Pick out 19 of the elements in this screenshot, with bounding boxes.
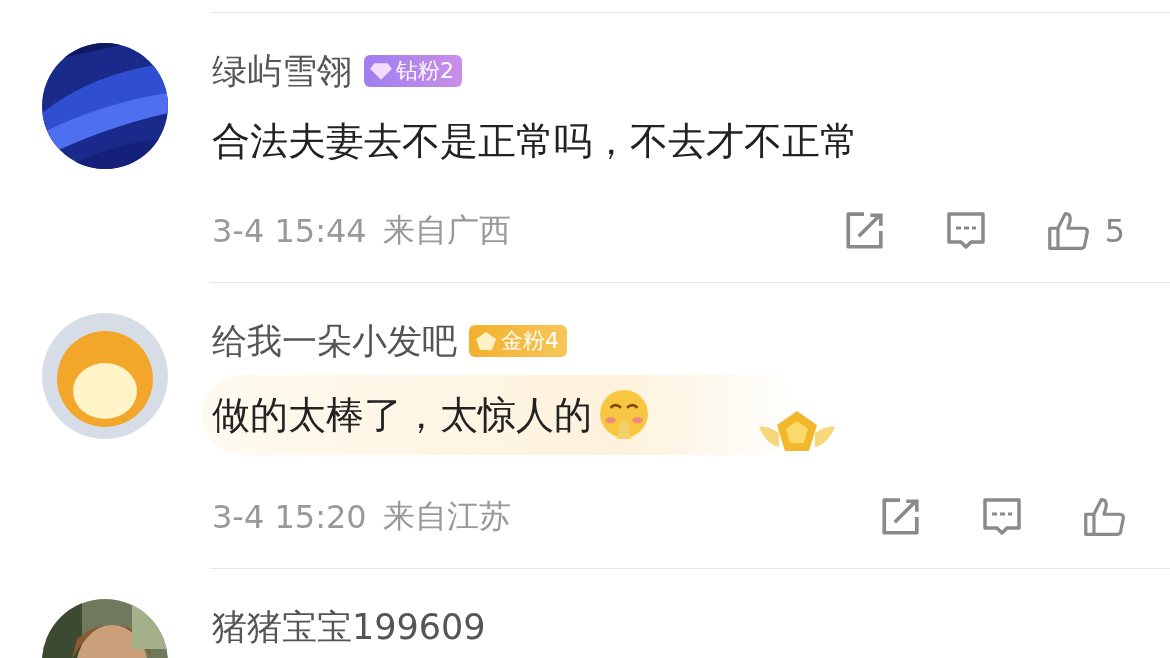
user-name[interactable]: 给我一朵小发吧 xyxy=(212,317,457,365)
thumbs-up-icon[interactable] xyxy=(1046,210,1089,252)
thumbs-up-icon[interactable] xyxy=(1083,496,1125,538)
comment-time: 3-4 15:20 xyxy=(212,498,367,536)
badge-label: 金粉4 xyxy=(501,327,559,355)
comment-location: 来自广西 xyxy=(382,210,511,251)
pentagon-icon xyxy=(475,332,497,350)
comment-icon[interactable] xyxy=(981,496,1023,538)
comment-text: 合法夫妻去不是正常吗，不去才不正常 xyxy=(212,118,858,165)
diamond-icon xyxy=(370,62,392,80)
user-name[interactable]: 绿屿雪翎 xyxy=(212,47,352,95)
comment-icon[interactable] xyxy=(944,210,987,252)
comment-time: 3-4 15:44 xyxy=(212,212,367,250)
user-name[interactable]: 猪猪宝宝199609 xyxy=(212,603,486,651)
badge-label: 钻粉2 xyxy=(396,57,454,85)
emoji-icon xyxy=(598,389,650,441)
comment-location: 来自江苏 xyxy=(382,496,511,537)
like-count: 5 xyxy=(1104,212,1125,250)
share-icon[interactable] xyxy=(879,496,921,538)
